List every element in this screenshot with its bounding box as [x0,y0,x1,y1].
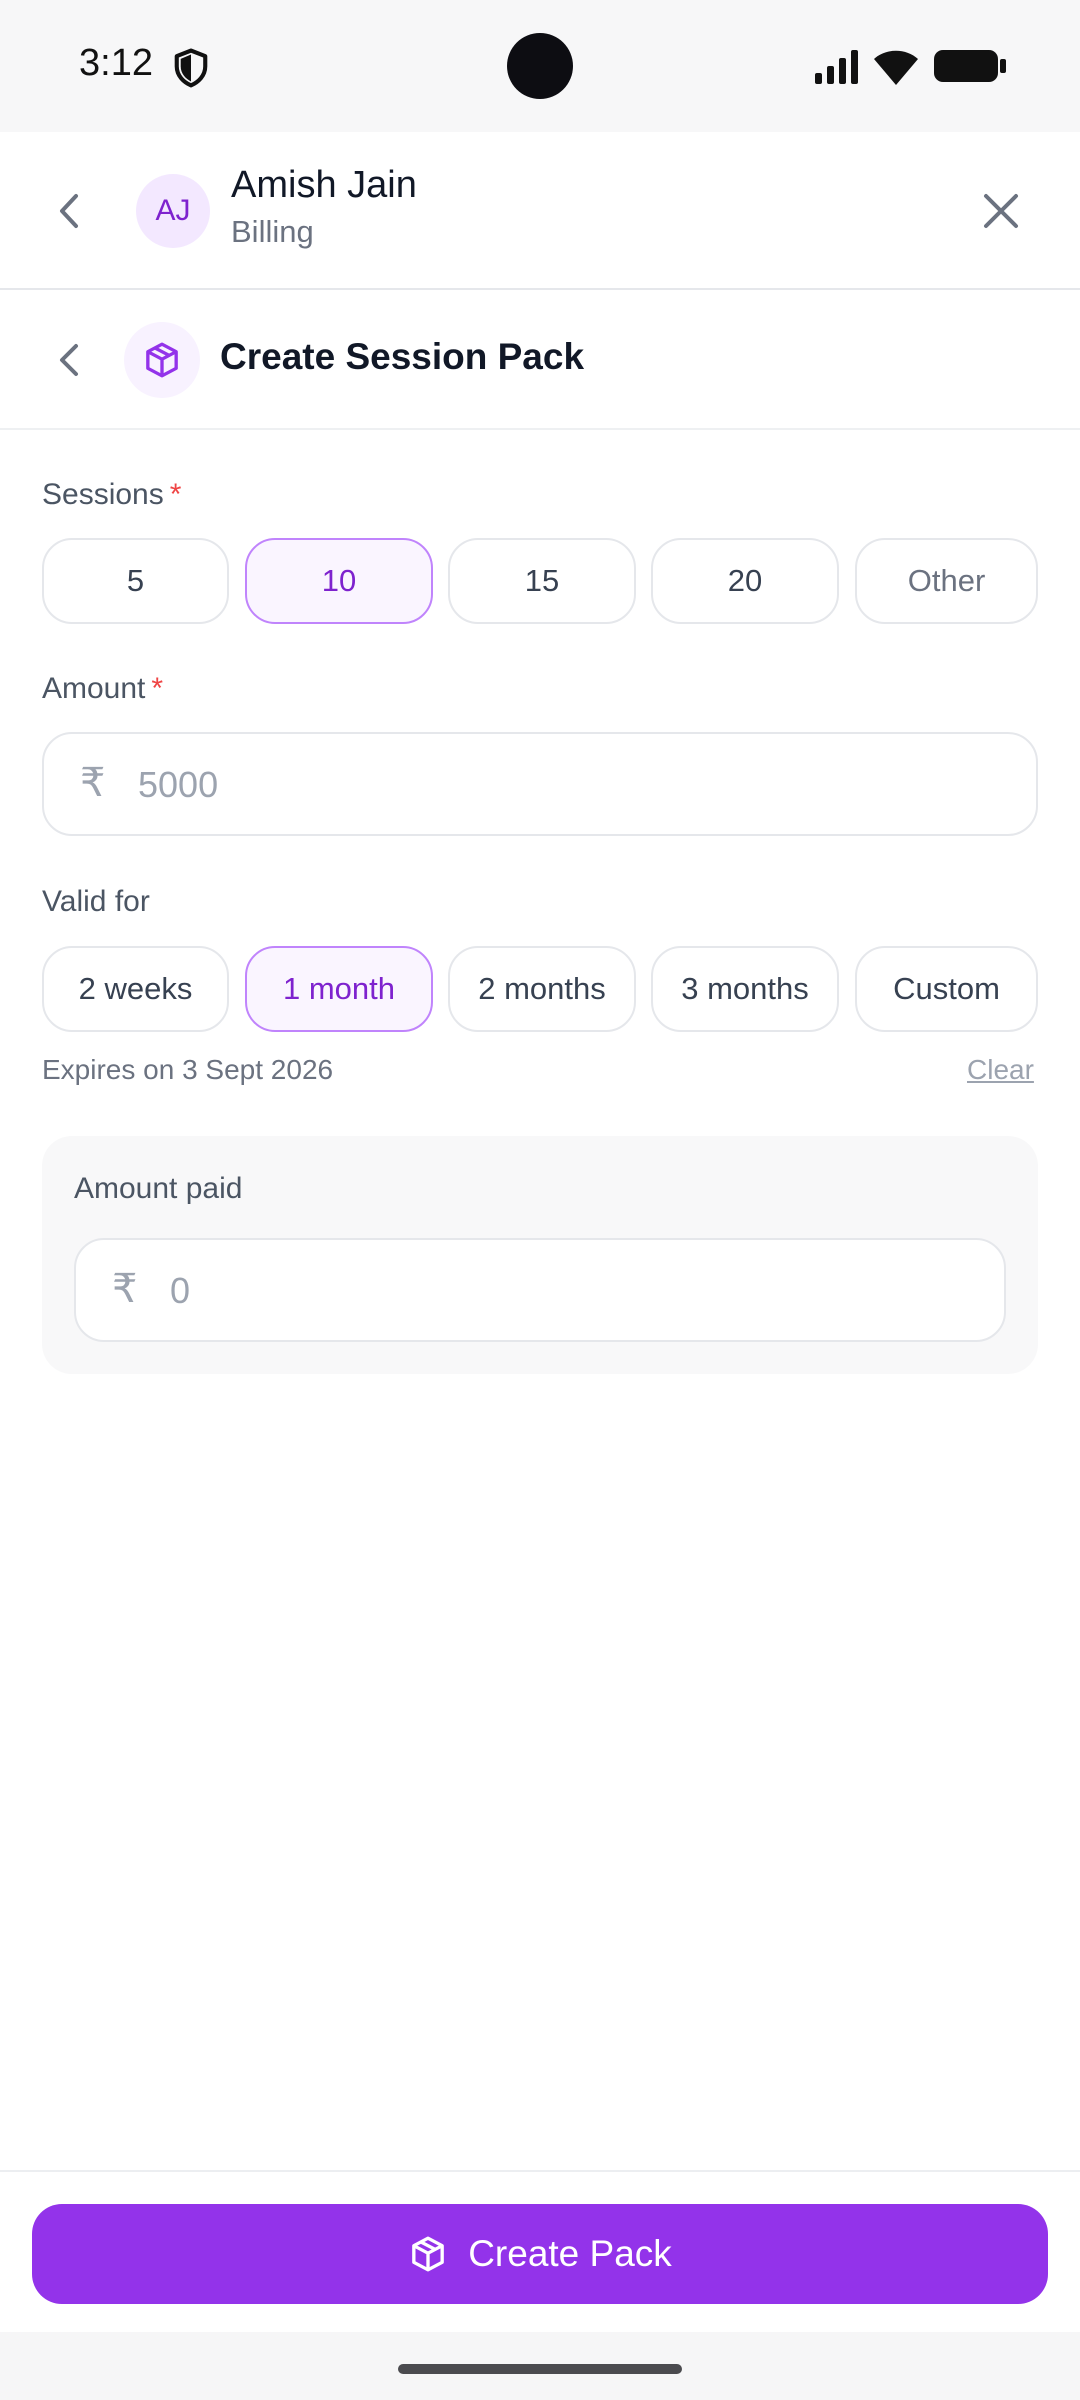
required-mark: * [169,478,182,511]
battery-icon [934,50,1006,82]
sessions-chip-20[interactable]: 20 [651,538,839,624]
rupee-icon: ₹ [80,761,106,805]
system-nav-bar [0,2332,1080,2400]
amount-placeholder: 5000 [138,764,219,805]
client-subtitle: Billing [231,214,314,249]
sessions-label: Sessions * [42,478,181,512]
expiry-text: Expires on 3 Sept 2026 [42,1054,334,1085]
validity-chip-custom[interactable]: Custom [855,946,1038,1032]
validity-chip-2-months[interactable]: 2 months [448,946,636,1032]
sessions-chip-5[interactable]: 5 [42,538,229,624]
amount-paid-card: Amount paid ₹ 0 [42,1136,1038,1374]
page-subheader: Create Session Pack [0,290,1080,430]
pack-icon-badge [124,322,200,398]
package-icon [146,342,178,378]
page-title: Create Session Pack [220,336,585,377]
sessions-chip-other[interactable]: Other [855,538,1038,624]
amount-paid-label: Amount paid [74,1172,243,1205]
required-mark: * [151,672,164,705]
close-icon[interactable] [978,184,1024,238]
create-pack-button[interactable]: Create Pack [32,2204,1048,2304]
signal-icon [815,50,858,84]
wifi-icon [874,50,918,85]
shield-icon [174,48,208,88]
status-bar: 3:12 [0,0,1080,132]
client-name: Amish Jain [231,164,417,206]
amount-label: Amount * [42,672,163,706]
home-indicator[interactable] [398,2364,682,2374]
validity-chip-1-month[interactable]: 1 month [245,946,433,1032]
avatar: AJ [136,174,210,248]
amount-input[interactable]: ₹ 5000 [42,732,1038,836]
sessions-label-text: Sessions [42,478,164,511]
back-chevron-icon[interactable] [48,336,88,384]
rupee-icon: ₹ [112,1267,138,1311]
validity-chip-3-months[interactable]: 3 months [651,946,839,1032]
validity-chip-2-weeks[interactable]: 2 weeks [42,946,229,1032]
front-camera [507,33,573,99]
screen: 3:12 AJ Amish Jain Billing Create Sessio… [0,0,1080,2400]
amount-paid-placeholder: 0 [170,1270,191,1311]
clear-link[interactable]: Clear [967,1054,1034,1086]
status-time: 3:12 [79,42,153,84]
amount-label-text: Amount [42,672,146,705]
sessions-chip-15[interactable]: 15 [448,538,636,624]
back-chevron-icon[interactable] [48,184,88,238]
sessions-chip-10[interactable]: 10 [245,538,433,624]
package-icon [412,2236,445,2272]
amount-paid-input[interactable]: ₹ 0 [74,1238,1006,1342]
client-header: AJ Amish Jain Billing [0,132,1080,290]
valid-for-label: Valid for [42,885,150,918]
footer-divider [0,2170,1080,2172]
create-pack-label: Create Pack [468,2233,672,2274]
